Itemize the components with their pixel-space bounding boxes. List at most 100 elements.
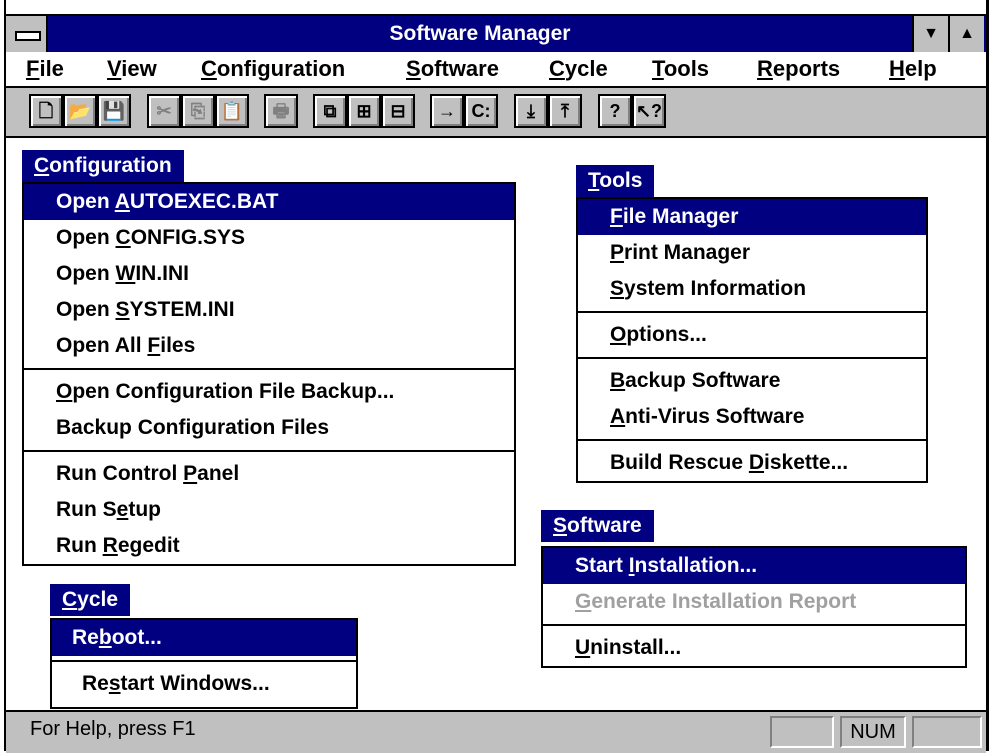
tools-title-mnemonic: T	[588, 169, 600, 192]
menuitem-start-installation[interactable]: Start Installation...	[543, 548, 965, 584]
open-folder-icon[interactable]: 📂	[63, 94, 97, 128]
menuitem-run-control-panel[interactable]: Run Control Panel	[24, 456, 514, 492]
configuration-menu-title[interactable]: Configuration	[22, 150, 184, 182]
item-mnemonic: P	[610, 241, 625, 264]
menu-software[interactable]: Software	[406, 52, 499, 86]
item-prefix: Start	[575, 554, 629, 577]
item-suffix: ackup Software	[625, 369, 781, 392]
menuitem-generate-installation-report: Generate Installation Report	[543, 584, 965, 620]
menu-help[interactable]: Help	[889, 52, 937, 86]
item-suffix: ONFIG.SYS	[130, 226, 246, 249]
minimize-button[interactable]: ▼	[912, 16, 948, 52]
save-icon[interactable]: 💾	[97, 94, 131, 128]
title-bar: Software Manager ▼ ▲	[6, 14, 986, 54]
item-suffix: enerate Installation Report	[591, 590, 857, 613]
menuitem-print-manager[interactable]: Print Manager	[578, 235, 926, 271]
item-mnemonic: A	[610, 405, 626, 428]
print-icon[interactable]: 🖶	[264, 94, 298, 128]
item-mnemonic: P	[183, 462, 198, 485]
menuitem-open-system-ini[interactable]: Open SYSTEM.INI	[24, 292, 514, 328]
copy-icon[interactable]: ⎘	[181, 94, 215, 128]
item-prefix: Re	[72, 626, 99, 649]
menuitem-backup-config-files[interactable]: Backup Configuration Files	[24, 410, 514, 446]
menu-help-mnemonic: H	[889, 56, 905, 81]
status-pane-scroll	[912, 716, 982, 748]
uninstall-icon[interactable]: ⤒	[548, 94, 582, 128]
item-mnemonic: O	[610, 323, 627, 346]
menu-view-label: iew	[121, 56, 157, 81]
cut-icon[interactable]: ✂	[147, 94, 181, 128]
tools-title-label: ools	[599, 169, 643, 192]
item-prefix: Open All	[56, 334, 148, 357]
item-prefix: Run S	[56, 498, 117, 521]
cycle-menu-title[interactable]: Cycle	[50, 584, 131, 616]
menuitem-open-config-sys[interactable]: Open CONFIG.SYS	[24, 220, 514, 256]
menuitem-open-win-ini[interactable]: Open WIN.INI	[24, 256, 514, 292]
menu-separator	[24, 450, 514, 452]
run-icon[interactable]: →	[430, 94, 464, 128]
menu-cycle-label: ycle	[564, 56, 608, 81]
menuitem-open-config-backup[interactable]: Open Configuration File Backup...	[24, 374, 514, 410]
install-icon[interactable]: ⤓	[514, 94, 548, 128]
status-help-text: For Help, press F1	[30, 718, 196, 740]
menuitem-reboot[interactable]: Reboot...	[52, 620, 356, 656]
menu-cycle[interactable]: Cycle	[549, 52, 608, 86]
menu-separator	[543, 624, 965, 626]
system-menu-button[interactable]	[6, 16, 48, 52]
context-help-icon[interactable]: ↖?	[632, 94, 666, 128]
item-mnemonic: D	[748, 451, 765, 474]
menuitem-options[interactable]: Options...	[578, 317, 926, 353]
menuitem-open-autoexec[interactable]: Open AUTOEXEC.BAT	[24, 184, 514, 220]
tile-icon[interactable]: ⊞	[347, 94, 381, 128]
menuitem-system-information[interactable]: System Information	[578, 271, 926, 307]
software-menu: Start Installation... Generate Installat…	[541, 546, 967, 668]
menu-separator	[578, 311, 926, 313]
menuitem-run-setup[interactable]: Run Setup	[24, 492, 514, 528]
paste-icon[interactable]: 📋	[215, 94, 249, 128]
tools-menu: File Manager Print Manager System Inform…	[576, 197, 928, 483]
menu-software-label: oftware	[420, 56, 499, 81]
drive-icon[interactable]: C:	[464, 94, 498, 128]
menuitem-anti-virus-software[interactable]: Anti-Virus Software	[578, 399, 926, 435]
menuitem-build-rescue-diskette[interactable]: Build Rescue Diskette...	[578, 445, 926, 481]
item-mnemonic: b	[98, 626, 112, 649]
desktop-strip	[0, 0, 989, 12]
item-prefix: Run	[56, 534, 103, 557]
menu-reports[interactable]: Reports	[757, 52, 840, 86]
configuration-title-mnemonic: C	[34, 154, 50, 177]
tools-menu-title[interactable]: Tools	[576, 165, 655, 197]
item-suffix: ptions...	[626, 323, 707, 346]
software-title-label: oftware	[567, 514, 642, 537]
menu-file[interactable]: File	[26, 52, 64, 86]
menu-separator	[24, 368, 514, 370]
cycle-title-mnemonic: C	[62, 588, 78, 611]
maximize-button[interactable]: ▲	[948, 16, 984, 52]
item-suffix: tart Windows...	[120, 672, 270, 695]
software-title-mnemonic: S	[553, 514, 568, 537]
menuitem-open-all-files[interactable]: Open All Files	[24, 328, 514, 364]
menuitem-uninstall[interactable]: Uninstall...	[543, 630, 965, 666]
item-mnemonic: s	[108, 672, 121, 695]
menu-file-mnemonic: F	[26, 56, 40, 81]
item-suffix: rint Manager	[624, 241, 751, 264]
menu-view[interactable]: View	[107, 52, 157, 86]
software-menu-title[interactable]: Software	[541, 510, 654, 542]
arrange-icon[interactable]: ⊟	[381, 94, 415, 128]
menu-tools[interactable]: Tools	[652, 52, 709, 86]
item-mnemonic: F	[610, 205, 623, 228]
item-mnemonic: B	[610, 369, 626, 392]
menuitem-restart-windows[interactable]: Restart Windows...	[52, 666, 356, 702]
help-icon[interactable]: ?	[598, 94, 632, 128]
new-file-icon[interactable]: 🗋	[29, 94, 63, 128]
menuitem-run-regedit[interactable]: Run Regedit	[24, 528, 514, 564]
cascade-icon[interactable]: ⧉	[313, 94, 347, 128]
menuitem-file-manager[interactable]: File Manager	[578, 199, 926, 235]
menuitem-backup-software[interactable]: Backup Software	[578, 363, 926, 399]
menu-file-label: ile	[39, 56, 64, 81]
menu-reports-mnemonic: R	[757, 56, 773, 81]
item-prefix: Open	[56, 298, 116, 321]
item-suffix: iskette...	[764, 451, 849, 474]
item-mnemonic: U	[575, 636, 591, 659]
menu-configuration[interactable]: Configuration	[201, 52, 345, 86]
status-bar: For Help, press F1 NUM	[6, 710, 986, 753]
